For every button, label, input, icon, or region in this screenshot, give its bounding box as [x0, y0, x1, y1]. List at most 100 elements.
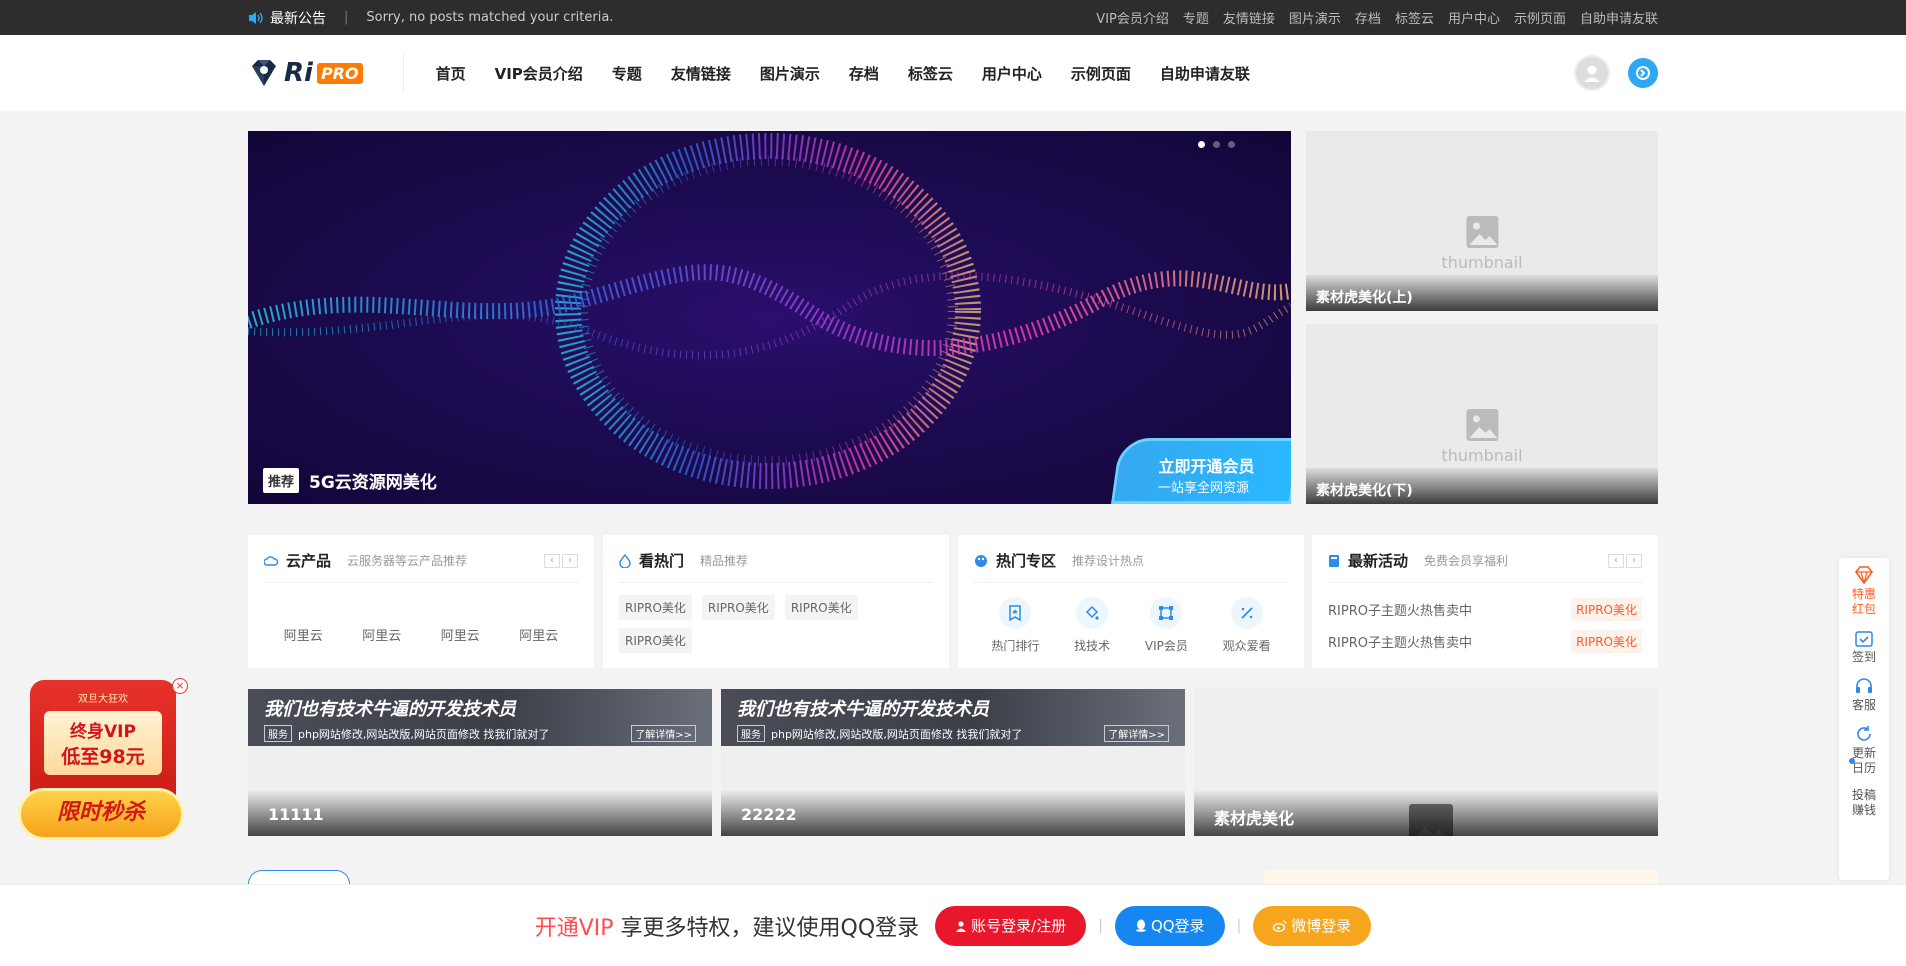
- gem-logo-icon: [252, 60, 276, 86]
- site-logo[interactable]: Ri PRO: [248, 53, 404, 93]
- feature-caption: 11111: [248, 791, 712, 836]
- weibo-icon: [1273, 919, 1287, 932]
- flash-sale-button[interactable]: 限时秒杀: [18, 788, 184, 840]
- banner-title: 我们也有技术牛逼的开发技术员: [264, 699, 516, 720]
- nav-apply[interactable]: 自助申请友联: [1160, 63, 1250, 84]
- weibo-login-button[interactable]: 微博登录: [1253, 905, 1372, 946]
- nav-archive[interactable]: 存档: [849, 63, 879, 84]
- activity-list: RIPRO子主题火热售卖中 RIPRO美化 RIPRO子主题火热售卖中 RIPR…: [1328, 593, 1642, 657]
- hot-tag[interactable]: RIPRO美化: [701, 595, 775, 620]
- toplink-sample[interactable]: 示例页面: [1514, 8, 1566, 27]
- feature-card-3[interactable]: 素材虎美化: [1194, 689, 1658, 836]
- side-item-checkin[interactable]: 签到: [1852, 629, 1876, 665]
- hot-tag[interactable]: RIPRO美化: [619, 595, 692, 620]
- cloud-item[interactable]: 阿里云: [441, 625, 480, 644]
- nav-tags[interactable]: 标签云: [908, 63, 953, 84]
- slider-dot-2[interactable]: [1213, 141, 1220, 148]
- box-header: 看热门 精品推荐: [619, 549, 933, 583]
- account-login-button[interactable]: 账号登录/注册: [935, 905, 1087, 946]
- vector-square-icon: [1150, 597, 1183, 629]
- toplink-apply[interactable]: 自助申请友联: [1580, 8, 1658, 27]
- thumbnail-placeholder: thumbnail: [1441, 408, 1523, 465]
- box-header: 云产品 云服务器等云产品推荐 ‹ ›: [264, 549, 578, 583]
- announcement-title: 最新公告: [248, 8, 326, 28]
- thumb-card-bottom[interactable]: thumbnail 素材虎美化(下): [1306, 324, 1658, 504]
- qq-login-button[interactable]: QQ登录: [1114, 905, 1225, 946]
- avatar[interactable]: [1574, 55, 1610, 91]
- prev-arrow-icon[interactable]: ‹: [544, 553, 560, 568]
- slider-dot-3[interactable]: [1228, 141, 1235, 148]
- side-item-label: 特惠红包: [1851, 587, 1876, 616]
- thumb-card-top[interactable]: thumbnail 素材虎美化(上): [1306, 131, 1658, 311]
- feature-card-2[interactable]: 我们也有技术牛逼的开发技术员 服务 php网站修改,网站改版,网站页面修改 找我…: [721, 689, 1185, 836]
- hero-slider[interactable]: 推荐 5G云资源网美化 立即开通会员 一站享全网资源: [248, 131, 1291, 504]
- login-button[interactable]: [1628, 58, 1658, 88]
- nav-topics[interactable]: 专题: [612, 63, 642, 84]
- thumb-caption: 素材虎美化(下): [1306, 468, 1658, 504]
- drop-icon: [619, 553, 631, 568]
- close-icon[interactable]: ×: [172, 678, 188, 694]
- nav-sample[interactable]: 示例页面: [1071, 63, 1131, 84]
- box-title: 云产品: [286, 552, 332, 570]
- feature-card-1[interactable]: 我们也有技术牛逼的开发技术员 服务 php网站修改,网站改版,网站页面修改 找我…: [248, 689, 712, 836]
- zone-item-tech[interactable]: 找技术: [1074, 597, 1110, 654]
- top-links: VIP会员介绍 专题 友情链接 图片演示 存档 标签云 用户中心 示例页面 自助…: [1096, 8, 1658, 27]
- side-toolbar: 特惠红包 签到 客服 更新日历 投稿赚钱: [1839, 558, 1889, 880]
- banner-desc: php网站修改,网站改版,网站页面修改 找我们就对了: [298, 727, 550, 741]
- cloud-item[interactable]: 阿里云: [362, 625, 401, 644]
- slide-title[interactable]: 5G云资源网美化: [309, 468, 437, 493]
- nav-friends[interactable]: 友情链接: [671, 63, 731, 84]
- list-item[interactable]: RIPRO子主题火热售卖中 RIPRO美化: [1328, 593, 1642, 625]
- side-item-redpacket[interactable]: 特惠红包: [1850, 566, 1878, 617]
- hot-tags: RIPRO美化 RIPRO美化 RIPRO美化 RIPRO美化: [619, 595, 933, 653]
- toplink-friends[interactable]: 友情链接: [1223, 8, 1275, 27]
- banner-tag: 服务: [264, 725, 292, 742]
- vip-promo-button[interactable]: 立即开通会员 一站享全网资源: [1111, 438, 1291, 504]
- nav-user[interactable]: 用户中心: [982, 63, 1042, 84]
- vip-sale-float[interactable]: 双旦大狂欢 终身VIP 低至98元 限时秒杀 ×: [18, 678, 188, 848]
- activity-label: RIPRO美化: [1571, 597, 1642, 621]
- section-tab-active[interactable]: [248, 870, 350, 884]
- refresh-icon: [1857, 726, 1871, 741]
- box-title: 最新活动: [1348, 552, 1409, 570]
- nav-vip[interactable]: VIP会员介绍: [495, 63, 583, 84]
- image-placeholder-icon: [1465, 409, 1498, 441]
- slider-dots: [1198, 141, 1235, 148]
- hot-tag[interactable]: RIPRO美化: [784, 595, 858, 620]
- cloud-item[interactable]: 阿里云: [284, 625, 323, 644]
- zone-item-ranking[interactable]: 热门排行: [991, 597, 1039, 654]
- next-arrow-icon[interactable]: ›: [1626, 553, 1642, 568]
- zone-item-audience[interactable]: 观众爱看: [1223, 597, 1271, 654]
- carousel-arrows: ‹ ›: [544, 553, 578, 568]
- hot-tag[interactable]: RIPRO美化: [619, 628, 692, 653]
- toplink-gallery[interactable]: 图片演示: [1289, 8, 1341, 27]
- vip-sale-line1: 终身VIP: [70, 722, 136, 742]
- login-prompt-bar: 开通VIP 享更多特权，建议使用QQ登录 账号登录/注册 | QQ登录 | 微博…: [0, 884, 1906, 966]
- side-item-contribute[interactable]: 投稿赚钱: [1850, 788, 1878, 818]
- banner-more-link[interactable]: 了解详情>>: [1104, 725, 1169, 742]
- prev-arrow-icon[interactable]: ‹: [1608, 553, 1624, 568]
- announcement-text[interactable]: Sorry, no posts matched your criteria.: [366, 10, 613, 25]
- toplink-topics[interactable]: 专题: [1183, 8, 1209, 27]
- toplink-archive[interactable]: 存档: [1355, 8, 1381, 27]
- cloud-icon: [264, 555, 278, 566]
- toplink-user[interactable]: 用户中心: [1448, 8, 1500, 27]
- weibo-login-label: 微博登录: [1291, 917, 1352, 935]
- cloud-item[interactable]: 阿里云: [519, 625, 558, 644]
- user-icon: [956, 920, 967, 932]
- side-item-calendar[interactable]: 更新日历: [1850, 725, 1878, 776]
- banner-more-link[interactable]: 了解详情>>: [631, 725, 696, 742]
- side-item-service[interactable]: 客服: [1852, 677, 1876, 713]
- qq-login-label: QQ登录: [1150, 917, 1205, 935]
- zone-item-label: 观众爱看: [1222, 639, 1271, 653]
- zone-item-vip[interactable]: VIP会员: [1145, 597, 1188, 654]
- slider-dot-1[interactable]: [1198, 141, 1205, 148]
- main-nav: 首页 VIP会员介绍 专题 友情链接 图片演示 存档 标签云 用户中心 示例页面…: [436, 63, 1250, 84]
- activity-label: RIPRO美化: [1571, 629, 1642, 653]
- nav-gallery[interactable]: 图片演示: [760, 63, 820, 84]
- nav-home[interactable]: 首页: [436, 63, 466, 84]
- toplink-vip[interactable]: VIP会员介绍: [1096, 8, 1169, 27]
- next-arrow-icon[interactable]: ›: [562, 553, 578, 568]
- toplink-tags[interactable]: 标签云: [1395, 8, 1434, 27]
- list-item[interactable]: RIPRO子主题火热售卖中 RIPRO美化: [1328, 625, 1642, 657]
